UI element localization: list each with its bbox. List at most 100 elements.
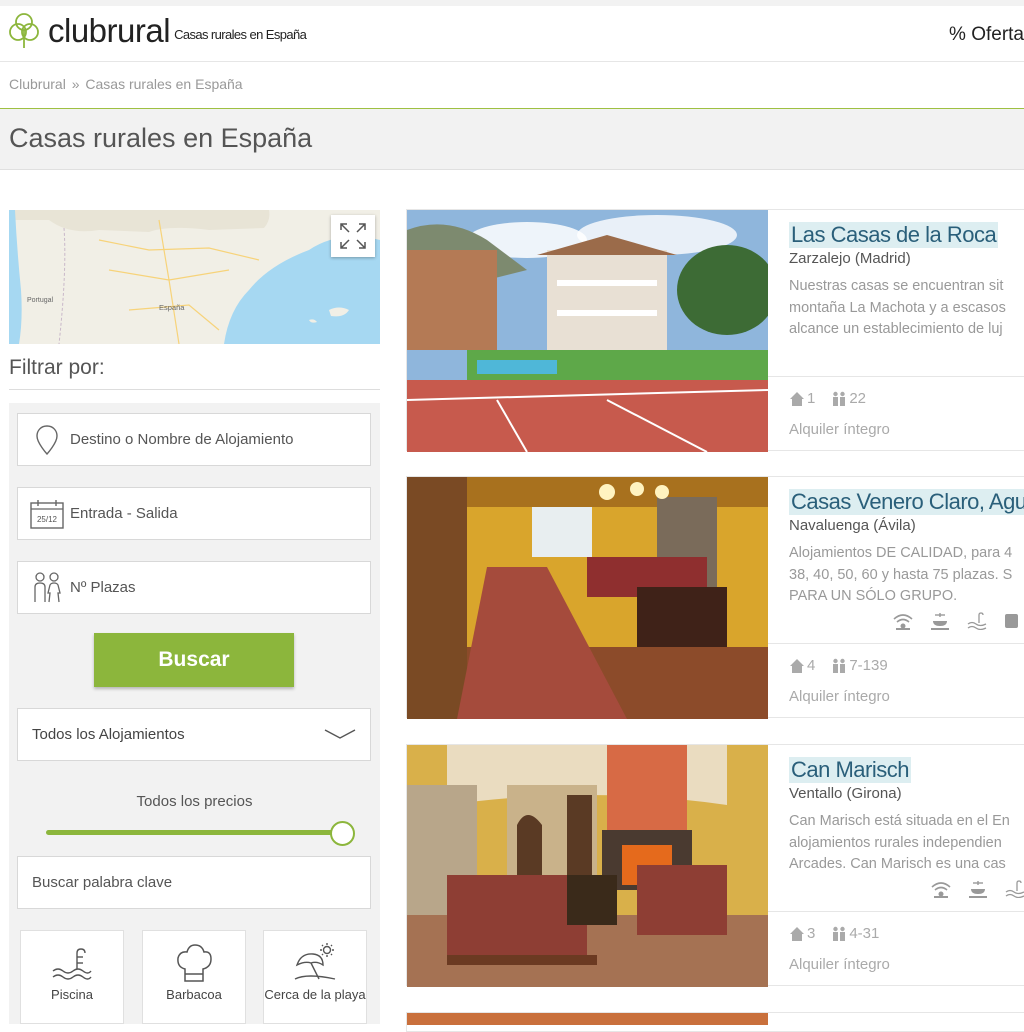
destination-placeholder: Destino o Nombre de Alojamiento — [70, 431, 294, 448]
card-divider — [768, 643, 1024, 644]
rental-type: Alquiler íntegro — [789, 421, 890, 438]
house-icon — [790, 658, 804, 673]
houses-count: 3 — [789, 925, 815, 942]
amenity-bbq[interactable]: Barbacoa — [142, 930, 246, 1024]
description-line: montaña La Machota y a escasos — [789, 299, 1006, 316]
listing-stats: 3 4-31 — [789, 925, 879, 942]
guests-input[interactable]: Nº Plazas — [17, 561, 371, 614]
people-icon — [833, 658, 846, 673]
description-line: PARA UN SÓLO GRUPO. — [789, 588, 958, 604]
map-label-espana: España — [159, 303, 185, 312]
filter-title: Filtrar por: — [9, 356, 105, 379]
title-bar: Casas rurales en España — [0, 108, 1024, 170]
chef-hat-icon — [143, 931, 245, 987]
house-icon — [790, 391, 804, 406]
filter-divider — [9, 389, 380, 390]
pool-icon — [1005, 880, 1024, 898]
house-icon — [790, 926, 804, 941]
houses-count: 1 — [789, 390, 815, 407]
rental-type: Alquiler íntegro — [789, 956, 890, 973]
listing-stats: 1 22 — [789, 390, 866, 407]
wifi-icon — [931, 882, 951, 898]
people-icon — [833, 391, 846, 406]
listing-photo[interactable] — [407, 1013, 768, 1025]
brand-name: clubrural — [48, 12, 171, 49]
listing-photo[interactable] — [407, 477, 768, 719]
chevron-down-icon — [324, 729, 356, 739]
map-label-portugal: Portugal — [27, 297, 54, 304]
listing-info: Can Marisch Ventallo (Girona) Can Marisc… — [768, 745, 1024, 987]
map[interactable]: Portugal España — [9, 210, 380, 344]
breadcrumb-current[interactable]: Casas rurales en España — [85, 76, 242, 92]
card-divider — [768, 376, 1024, 377]
houses-count: 4 — [789, 657, 815, 674]
calendar-icon: 25/12 — [30, 497, 64, 531]
map-graphic: Portugal España — [9, 210, 380, 344]
map-expand-button[interactable] — [331, 215, 375, 257]
tv-icon — [1005, 614, 1018, 628]
beach-icon — [264, 931, 366, 987]
dates-input[interactable]: 25/12 Entrada - Salida — [17, 487, 371, 540]
site-header: clubrural Casas rurales en España % Ofer… — [0, 0, 1024, 62]
description-line: Arcades. Can Marisch es una cas — [789, 856, 1006, 872]
listing-card[interactable] — [406, 1012, 1024, 1032]
listing-location: Navaluenga (Ávila) — [789, 517, 916, 534]
keyword-input[interactable]: Buscar palabra clave — [17, 856, 371, 909]
listing-name[interactable]: Las Casas de la Roca — [789, 222, 999, 248]
description-line: alcance un establecimiento de luj — [789, 321, 1003, 337]
breadcrumb-separator: » — [71, 76, 80, 92]
dates-placeholder: Entrada - Salida — [70, 505, 178, 522]
listing-name[interactable]: Can Marisch — [789, 757, 911, 783]
listing-photo[interactable] — [407, 745, 768, 987]
listing-name[interactable]: Casas Venero Claro, Agua — [789, 489, 1024, 515]
guests-placeholder: Nº Plazas — [70, 579, 136, 596]
listing-stats: 4 7-139 — [789, 657, 888, 674]
destination-input[interactable]: Destino o Nombre de Alojamiento — [17, 413, 371, 466]
ofertas-link[interactable]: % Oferta — [949, 24, 1024, 46]
filter-panel: Destino o Nombre de Alojamiento 25/12 En… — [9, 403, 380, 1024]
brand-tagline: Casas rurales en España — [174, 26, 307, 42]
breadcrumb: Clubrural » Casas rurales en España — [9, 76, 243, 92]
amenity-beach[interactable]: Cerca de la playa — [263, 930, 367, 1024]
people-icon — [833, 926, 846, 941]
description-line: alojamientos rurales independien — [789, 834, 1002, 851]
pool-icon — [967, 612, 987, 630]
capacity-value: 4-31 — [849, 925, 880, 942]
feature-icons — [931, 880, 1024, 898]
logo[interactable]: clubrural Casas rurales en España — [8, 12, 307, 50]
price-slider-track[interactable] — [46, 830, 338, 835]
listing-description: Alojamientos DE CALIDAD, para 4 38, 40, … — [789, 543, 1024, 608]
accommodation-type-value: Todos los Alojamientos — [32, 726, 185, 743]
listing-card[interactable]: Las Casas de la Roca Zarzalejo (Madrid) … — [406, 209, 1024, 452]
breadcrumb-home[interactable]: Clubrural — [9, 76, 66, 92]
location-pin-icon — [30, 423, 64, 457]
capacity-count: 4-31 — [831, 925, 879, 942]
accommodation-type-select[interactable]: Todos los Alojamientos — [17, 708, 371, 761]
page-title: Casas rurales en España — [9, 123, 313, 153]
calendar-icon-text: 25/12 — [37, 515, 58, 524]
price-slider-handle[interactable] — [330, 821, 355, 846]
description-line: Can Marisch está situada en el En — [789, 813, 1010, 829]
keyword-placeholder: Buscar palabra clave — [32, 874, 173, 891]
rental-type: Alquiler íntegro — [789, 688, 890, 705]
expand-icon — [340, 223, 366, 249]
price-label: Todos los precios — [136, 793, 253, 810]
pool-icon — [21, 931, 123, 987]
amenity-pool[interactable]: Piscina — [20, 930, 124, 1024]
bbq-icon — [969, 881, 987, 898]
card-divider — [768, 911, 1024, 912]
listing-info: Casas Venero Claro, Agua Navaluenga (Ávi… — [768, 477, 1024, 719]
capacity-count: 7-139 — [831, 657, 888, 674]
listing-card[interactable]: Casas Venero Claro, Agua Navaluenga (Ávi… — [406, 476, 1024, 719]
wifi-icon — [893, 614, 913, 630]
houses-value: 3 — [807, 925, 816, 942]
description-line: Alojamientos DE CALIDAD, para 4 — [789, 545, 1013, 561]
amenity-label: Piscina — [51, 987, 93, 1002]
listing-photo[interactable] — [407, 210, 768, 452]
feature-icons — [893, 612, 1018, 630]
listing-card[interactable]: Can Marisch Ventallo (Girona) Can Marisc… — [406, 744, 1024, 987]
houses-value: 1 — [807, 390, 816, 407]
search-button[interactable]: Buscar — [94, 633, 294, 687]
description-line: 38, 40, 50, 60 y hasta 75 plazas. S — [789, 566, 1013, 583]
listing-location: Ventallo (Girona) — [789, 785, 902, 802]
